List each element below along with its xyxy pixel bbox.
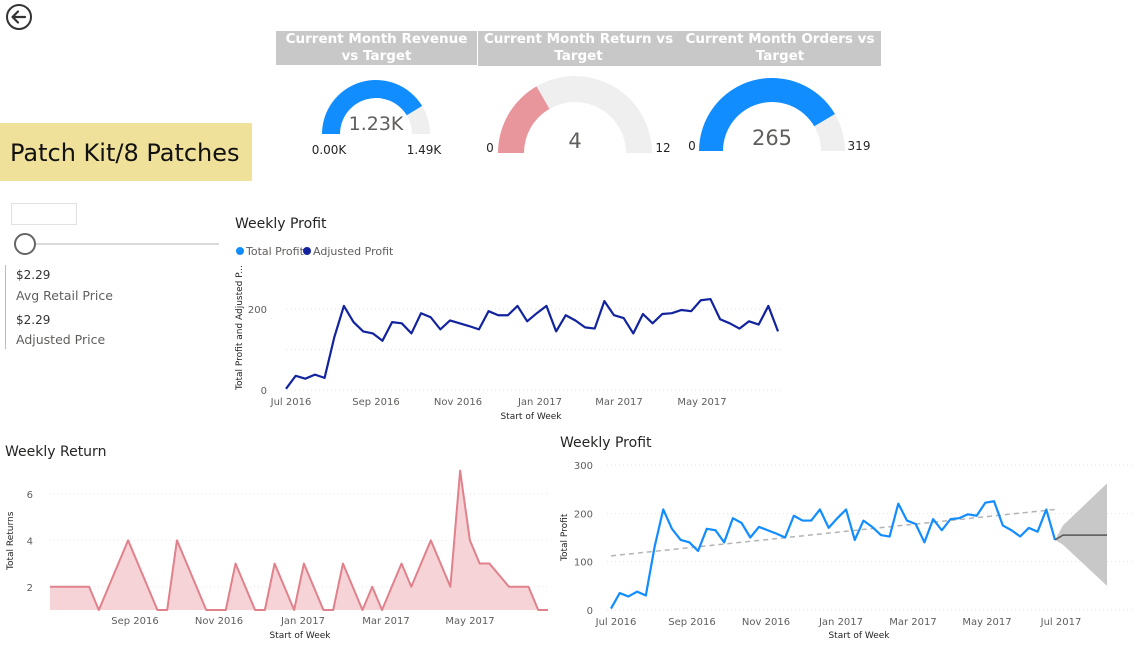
adjusted-price-value: $2.29 [16, 313, 51, 327]
chart2-x-tick: Sep 2016 [111, 616, 158, 627]
chart3-x-tick: Sep 2016 [668, 617, 715, 628]
kpi-title-revenue: Current Month Revenue vs Target [276, 31, 477, 65]
kpi-title-orders: Current Month Orders vs Target [679, 31, 881, 66]
chart1-x-tick: Nov 2016 [434, 397, 482, 408]
chart3-y-tick: 0 [587, 606, 593, 617]
chart2-y-tick: 2 [27, 583, 33, 594]
product-name: Patch Kit/8 Patches [10, 139, 240, 167]
chart2-x-axis-label: Start of Week [269, 631, 331, 641]
legend-adjusted-profit[interactable]: Adjusted Profit [313, 245, 394, 258]
chart2-y-tick: 4 [27, 536, 33, 547]
chart3-y-axis-label: Total Profit [560, 513, 570, 562]
chart1-legend: Total Profit Adjusted Profit [236, 245, 394, 258]
kpi-title-return: Current Month Return vs Target [478, 31, 679, 66]
legend-total-profit-marker [236, 247, 244, 255]
chart2-y-axis-label: Total Returns [6, 511, 16, 571]
chart1-y-tick: 0 [261, 386, 267, 397]
adjusted-profit-line [285, 297, 780, 390]
gauge-return-value: 4 [568, 129, 581, 153]
chart1-x-tick: Sep 2016 [352, 397, 399, 408]
avg-retail-price-label: Avg Retail Price [16, 288, 113, 303]
gauge-revenue-value: 1.23K [349, 113, 404, 135]
chart1-y-tick: 200 [248, 305, 267, 316]
gauge-orders-max: 319 [848, 139, 871, 153]
chart1-y-axis-label: Total Profit and Adjusted P... [235, 265, 245, 391]
chart3-x-tick: Mar 2017 [889, 617, 937, 628]
weekly-profit-forecast-title: Weekly Profit [560, 435, 652, 451]
chart3-y-tick: 300 [574, 461, 593, 472]
back-arrow-icon[interactable] [4, 2, 34, 32]
chart1-x-tick: Jan 2017 [517, 397, 562, 408]
gauge-revenue-min: 0.00K [312, 143, 348, 157]
gauge-return-min: 0 [486, 141, 494, 155]
trend-line [610, 508, 1056, 557]
chart2-x-tick: May 2017 [445, 616, 494, 627]
chart3-y-tick: 200 [574, 509, 593, 520]
weekly-profit-chart: Total Profit Adjusted Profit Total Profi… [235, 245, 780, 422]
chart3-x-tick: Jan 2017 [818, 617, 863, 628]
chart2-x-tick: Mar 2017 [362, 616, 410, 627]
chart1-x-tick: Jul 2016 [270, 397, 312, 408]
chart3-x-tick: May 2017 [962, 617, 1011, 628]
chart3-x-tick: Nov 2016 [742, 617, 790, 628]
slider-track[interactable] [14, 243, 219, 245]
chart3-x-axis-label: Start of Week [828, 631, 890, 641]
product-title-card: Patch Kit/8 Patches [0, 123, 252, 181]
chart1-x-tick: May 2017 [677, 397, 726, 408]
chart1-x-tick: Mar 2017 [595, 397, 643, 408]
chart3-x-tick: Jul 2016 [595, 617, 637, 628]
price-divider [5, 265, 6, 349]
gauge-orders-value: 265 [752, 126, 792, 150]
chart2-x-tick: Jan 2017 [280, 616, 325, 627]
chart2-x-tick: Nov 2016 [195, 616, 243, 627]
chart3-y-tick: 100 [574, 558, 593, 569]
total-profit-line [610, 500, 1057, 610]
avg-retail-price-value: $2.29 [16, 268, 51, 282]
weekly-profit-forecast-chart: Total Profit Start of Week 0 100 200 300 Jul… [560, 461, 1135, 641]
slider-value-input[interactable] [11, 203, 77, 225]
adjusted-price-label: Adjusted Price [16, 332, 106, 347]
chart1-x-axis-label: Start of Week [500, 412, 562, 422]
gauge-return-max: 12 [655, 141, 670, 155]
chart2-y-tick: 6 [27, 490, 33, 501]
slider-handle[interactable] [14, 233, 36, 255]
legend-total-profit[interactable]: Total Profit [245, 245, 305, 258]
gauge-revenue-max: 1.49K [407, 143, 443, 157]
gauge-orders-min: 0 [688, 139, 696, 153]
weekly-return-title: Weekly Return [5, 444, 107, 460]
kpi-gauges: 1.23K 0.00K 1.49K 4 0 12 265 0 319 [312, 76, 871, 157]
legend-adjusted-profit-marker [303, 247, 311, 255]
gauge-return-fill [498, 86, 550, 153]
chart3-x-tick: Jul 2017 [1040, 617, 1082, 628]
weekly-profit-title: Weekly Profit [235, 216, 327, 232]
weekly-return-chart: Total Returns Start of Week 2 4 6 Sep 2016 N… [6, 469, 550, 641]
